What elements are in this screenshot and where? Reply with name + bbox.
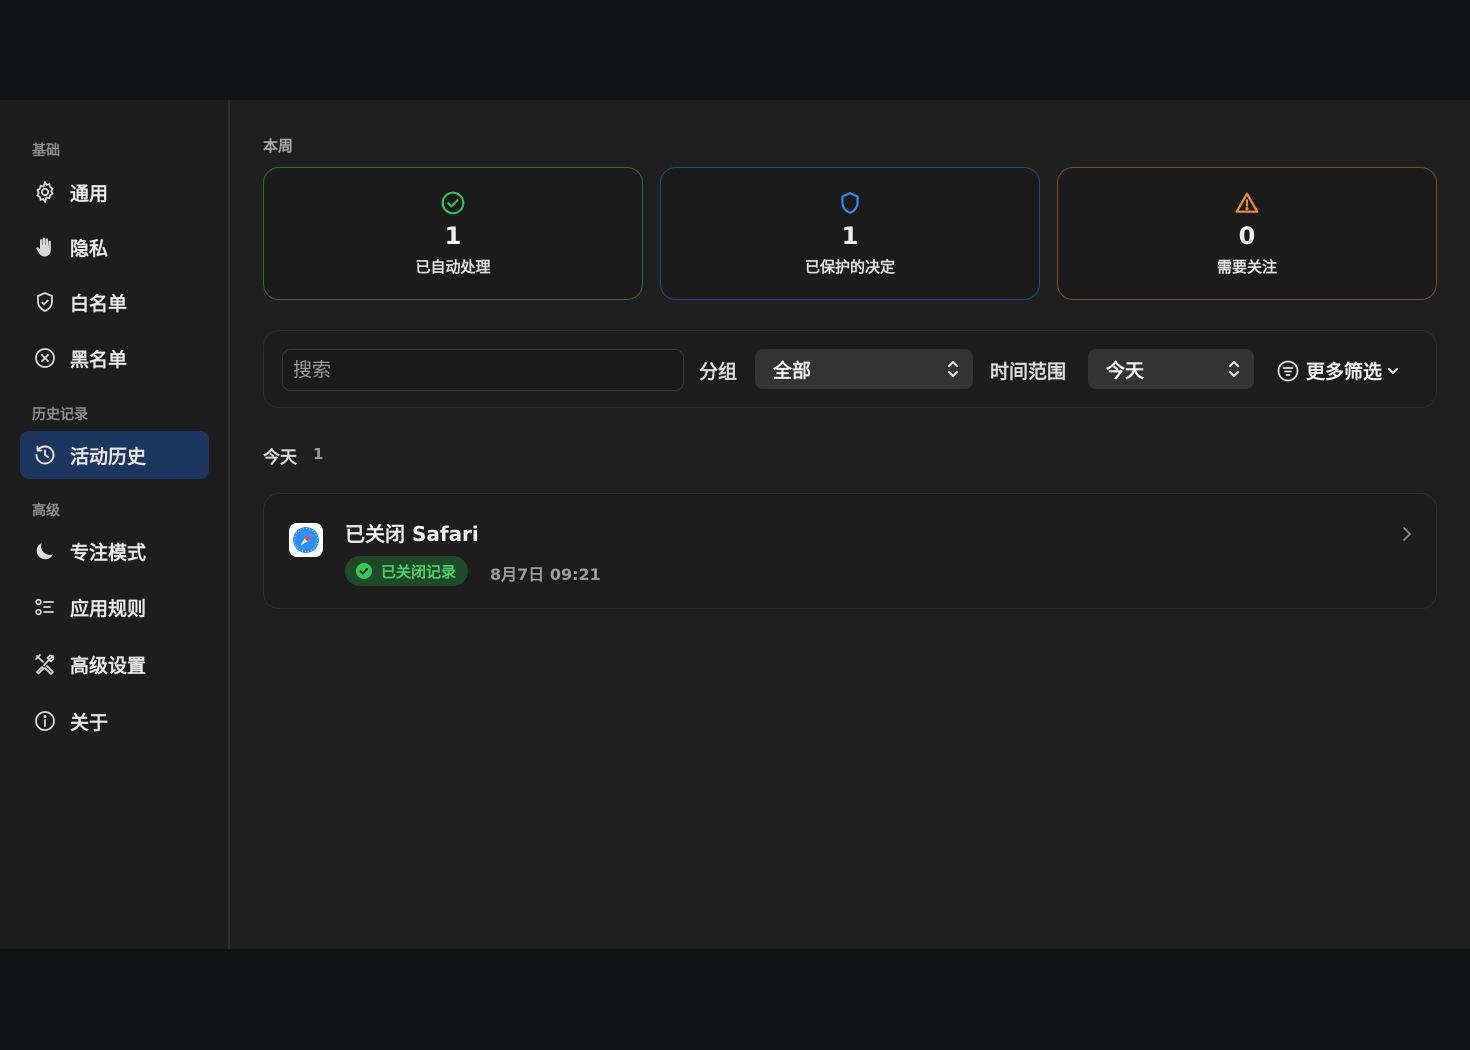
sidebar-item-label: 通用 bbox=[70, 182, 109, 205]
warning-icon bbox=[1235, 192, 1259, 213]
search-input[interactable] bbox=[282, 349, 684, 391]
sidebar-item-label: 黑名单 bbox=[70, 348, 128, 371]
list-item[interactable]: 已关闭 Safari 已关闭记录 8月7日 09:21 bbox=[263, 493, 1437, 609]
week-label: 本周 bbox=[263, 137, 294, 155]
app-window: 基础 通用 隐私 白名单 黑名单 历史记录 活动历史 高级 专注模式 应用规则 … bbox=[0, 100, 1470, 949]
moon-icon bbox=[32, 538, 58, 564]
rules-list-icon bbox=[32, 594, 58, 620]
sidebar-item-label: 隐私 bbox=[70, 237, 109, 260]
sidebar-item-label: 高级设置 bbox=[70, 654, 147, 677]
history-icon bbox=[32, 442, 58, 468]
sidebar-item-general[interactable]: 通用 bbox=[20, 168, 209, 216]
stat-card-needs-attention: 0 需要关注 bbox=[1057, 167, 1437, 300]
updown-chevron-icon bbox=[948, 361, 958, 377]
stat-label: 已自动处理 bbox=[415, 258, 491, 276]
time-range-value: 今天 bbox=[1106, 359, 1145, 382]
gear-icon bbox=[32, 179, 58, 205]
section-label-history: 历史记录 bbox=[32, 407, 88, 423]
chevron-down-icon bbox=[1388, 367, 1399, 374]
time-range-label: 时间范围 bbox=[990, 361, 1067, 383]
check-circle-icon bbox=[441, 191, 465, 215]
sidebar: 基础 通用 隐私 白名单 黑名单 历史记录 活动历史 高级 专注模式 应用规则 … bbox=[0, 100, 230, 949]
more-filters-label: 更多筛选 bbox=[1306, 361, 1383, 383]
x-circle-icon bbox=[32, 345, 58, 371]
status-badge: 已关闭记录 bbox=[345, 556, 469, 586]
info-icon bbox=[32, 708, 58, 734]
stat-value: 0 bbox=[1238, 222, 1256, 250]
more-filters-button[interactable]: 更多筛选 bbox=[1276, 357, 1400, 384]
tools-icon bbox=[32, 651, 58, 677]
group-count: 1 bbox=[313, 445, 324, 463]
shield-icon bbox=[841, 192, 859, 214]
stat-card-protected-decisions: 1 已保护的决定 bbox=[660, 167, 1040, 300]
sidebar-item-activity-history[interactable]: 活动历史 bbox=[20, 431, 209, 479]
record-title: 已关闭 Safari bbox=[345, 522, 479, 546]
check-circle-icon bbox=[356, 563, 372, 579]
sidebar-item-label: 专注模式 bbox=[70, 541, 147, 564]
section-label-advanced: 高级 bbox=[32, 503, 60, 519]
record-timestamp: 8月7日 09:21 bbox=[490, 565, 601, 584]
sidebar-item-blacklist[interactable]: 黑名单 bbox=[20, 334, 209, 382]
main-content: 本周 1 已自动处理 1 已保护的决定 0 需要关注 搜索 分组 全部 时间范围… bbox=[232, 100, 1470, 949]
sidebar-item-focus-mode[interactable]: 专注模式 bbox=[20, 527, 209, 575]
time-range-select[interactable]: 今天 bbox=[1088, 349, 1254, 389]
updown-chevron-icon bbox=[1229, 361, 1239, 377]
chevron-right-icon bbox=[1403, 527, 1411, 541]
shield-check-icon bbox=[32, 289, 58, 315]
sidebar-item-privacy[interactable]: 隐私 bbox=[20, 223, 209, 271]
safari-icon bbox=[289, 523, 323, 557]
section-label-basic: 基础 bbox=[32, 143, 60, 159]
sidebar-item-whitelist[interactable]: 白名单 bbox=[20, 278, 209, 326]
filter-bar: 分组 全部 时间范围 今天 更多筛选 bbox=[263, 330, 1437, 408]
stat-label: 已保护的决定 bbox=[804, 258, 895, 276]
sidebar-item-about[interactable]: 关于 bbox=[20, 697, 209, 745]
sidebar-item-advanced-settings[interactable]: 高级设置 bbox=[20, 640, 209, 688]
sidebar-item-app-rules[interactable]: 应用规则 bbox=[20, 583, 209, 631]
group-select[interactable]: 全部 bbox=[755, 349, 973, 389]
group-filter-label: 分组 bbox=[699, 361, 738, 383]
group-title: 今天 bbox=[263, 448, 297, 468]
hand-icon bbox=[32, 234, 58, 260]
stat-card-auto-handled: 1 已自动处理 bbox=[263, 167, 643, 300]
stat-value: 1 bbox=[841, 222, 859, 250]
group-select-value: 全部 bbox=[773, 359, 812, 382]
status-badge-label: 已关闭记录 bbox=[381, 562, 457, 581]
sidebar-item-label: 关于 bbox=[70, 711, 109, 734]
sidebar-item-label: 白名单 bbox=[70, 292, 128, 315]
filter-icon bbox=[1277, 360, 1299, 381]
sidebar-item-label: 活动历史 bbox=[70, 445, 147, 468]
sidebar-item-label: 应用规则 bbox=[70, 597, 147, 620]
stat-value: 1 bbox=[444, 222, 462, 250]
stat-label: 需要关注 bbox=[1216, 258, 1277, 276]
